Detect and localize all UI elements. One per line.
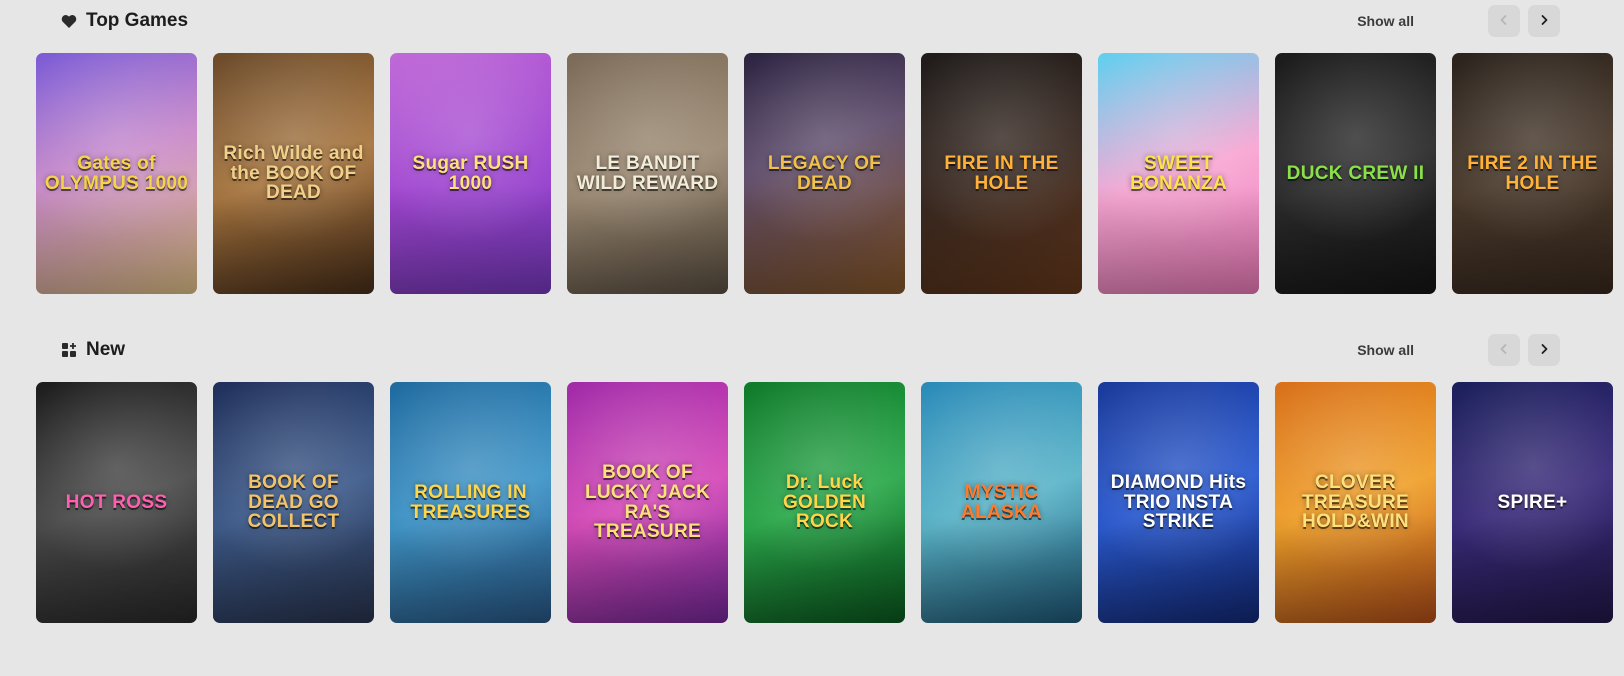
section-title-text: New: [86, 339, 126, 360]
section-title: New: [60, 339, 125, 361]
game-tile[interactable]: MYSTIC ALASKA: [921, 382, 1082, 623]
game-tile[interactable]: CLOVER TREASURE HOLD&WIN: [1275, 382, 1436, 623]
game-tile[interactable]: FIRE 2 IN THE HOLE: [1452, 53, 1613, 294]
section-title-text: Top Games: [86, 10, 189, 31]
top-games-header: Top Games Show all: [0, 0, 1624, 50]
game-tile[interactable]: BOOK OF LUCKY JACK RA'S TREASURE: [567, 382, 728, 623]
game-tile[interactable]: DIAMOND Hits TRIO INSTA STRIKE: [1098, 382, 1259, 623]
game-title: LEGACY OF DEAD: [767, 152, 882, 194]
game-tile[interactable]: Sugar RUSH 1000: [390, 53, 551, 294]
game-title: ROLLING IN TREASURES: [410, 481, 531, 523]
game-title: HOT ROSS: [65, 491, 168, 513]
game-title: FIRE 2 IN THE HOLE: [1467, 152, 1598, 194]
game-tile[interactable]: SWEET BONANZA: [1098, 53, 1259, 294]
game-row: Gates of OLYMPUS 1000 Rich Wilde and the …: [36, 53, 1613, 294]
game-tile[interactable]: LEGACY OF DEAD: [744, 53, 905, 294]
game-title: Sugar RUSH 1000: [412, 152, 529, 194]
show-all-button[interactable]: Show all: [1357, 13, 1414, 29]
game-title: FIRE IN THE HOLE: [944, 152, 1059, 194]
game-title: SWEET BONANZA: [1129, 152, 1228, 194]
game-title: Dr. Luck GOLDEN ROCK: [782, 471, 867, 533]
game-title: DIAMOND Hits TRIO INSTA STRIKE: [1110, 471, 1247, 533]
chevron-left-icon: [1498, 14, 1510, 29]
prev-button[interactable]: [1488, 5, 1520, 37]
prev-button[interactable]: [1488, 334, 1520, 366]
chevron-right-icon: [1538, 14, 1550, 29]
game-title: BOOK OF DEAD GO COLLECT: [247, 471, 340, 533]
game-tile[interactable]: Gates of OLYMPUS 1000: [36, 53, 197, 294]
section-title: Top Games: [60, 10, 188, 32]
game-tile[interactable]: ROLLING IN TREASURES: [390, 382, 551, 623]
game-tile[interactable]: SPIRE+: [1452, 382, 1613, 623]
new-games-section: New Show all HOT ROSS BOOK OF DEAD GO COL…: [0, 329, 1624, 623]
chevron-left-icon: [1498, 343, 1510, 358]
game-title: LE BANDIT WILD REWARD: [576, 152, 719, 194]
top-games-section: Top Games Show all Gates of OLYMPUS 1000…: [0, 0, 1624, 294]
game-title: SPIRE+: [1497, 491, 1568, 513]
game-tile[interactable]: HOT ROSS: [36, 382, 197, 623]
game-row: HOT ROSS BOOK OF DEAD GO COLLECT ROLLING I…: [36, 382, 1613, 623]
heart-icon: [60, 12, 78, 30]
game-title: MYSTIC ALASKA: [961, 481, 1042, 523]
chevron-right-icon: [1538, 343, 1550, 358]
next-button[interactable]: [1528, 5, 1560, 37]
game-tile[interactable]: DUCK CREW II: [1275, 53, 1436, 294]
next-button[interactable]: [1528, 334, 1560, 366]
game-tile[interactable]: Rich Wilde and the BOOK OF DEAD: [213, 53, 374, 294]
show-all-button[interactable]: Show all: [1357, 342, 1414, 358]
game-tile[interactable]: FIRE IN THE HOLE: [921, 53, 1082, 294]
game-title: Rich Wilde and the BOOK OF DEAD: [223, 142, 364, 204]
game-tile[interactable]: Dr. Luck GOLDEN ROCK: [744, 382, 905, 623]
game-title: BOOK OF LUCKY JACK RA'S TREASURE: [584, 461, 711, 543]
new-games-header: New Show all: [0, 329, 1624, 379]
game-title: Gates of OLYMPUS 1000: [44, 152, 189, 194]
grid-plus-icon: [60, 341, 78, 359]
game-tile[interactable]: BOOK OF DEAD GO COLLECT: [213, 382, 374, 623]
game-title: DUCK CREW II: [1286, 162, 1425, 184]
game-title: CLOVER TREASURE HOLD&WIN: [1302, 471, 1409, 533]
game-tile[interactable]: LE BANDIT WILD REWARD: [567, 53, 728, 294]
